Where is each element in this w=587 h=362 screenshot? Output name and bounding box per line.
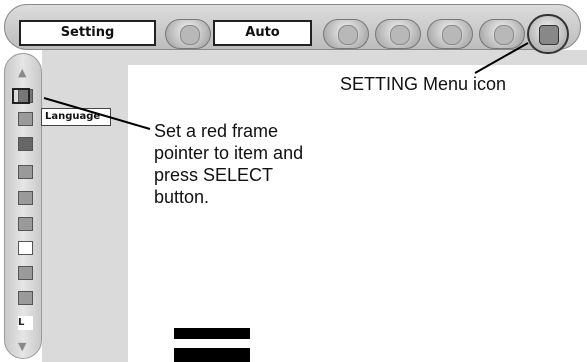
instruction-text: Set a red frame pointer to item and pres…: [154, 121, 304, 207]
setting-menu-icon-caption: SETTING Menu icon: [340, 74, 507, 94]
black-bar-upper: [174, 328, 250, 339]
black-bar-lower: [174, 348, 250, 362]
menu-screen: Setting Auto ▲ L ▼ Language SETTING Menu…: [0, 0, 587, 362]
